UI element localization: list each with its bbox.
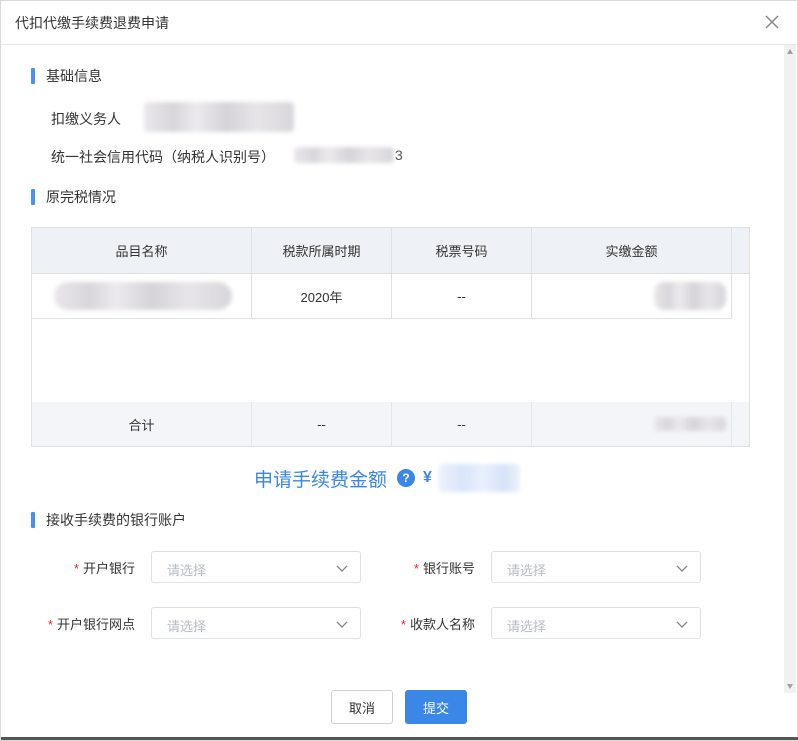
table-footer-total-label: 合计	[32, 402, 252, 446]
section-title-basic-info: 基础信息	[31, 67, 102, 85]
table-footer-gutter	[732, 402, 749, 446]
column-header-gutter	[732, 228, 749, 274]
close-icon[interactable]	[763, 13, 781, 31]
scrollbar[interactable]	[784, 45, 796, 693]
credit-code-label: 统一社会信用代码（纳税人识别号）	[51, 149, 275, 165]
payee-name-select[interactable]: 请选择	[491, 607, 701, 639]
tax-table: 品目名称 税款所属时期 税票号码 实缴金额 2020年 -- 合计 -- --	[31, 227, 750, 447]
payee-name-placeholder: 请选择	[507, 619, 547, 634]
cancel-button[interactable]: 取消	[331, 690, 393, 724]
bank-branch-placeholder: 请选择	[167, 619, 207, 634]
refund-dialog: 代扣代缴手续费退费申请 基础信息 扣缴义务人 统一社会信用代码（纳税人识别号） …	[0, 0, 798, 741]
column-header-tax-period: 税款所属时期	[252, 228, 392, 274]
table-row-paid-amount	[532, 274, 732, 319]
bank-account-select[interactable]: 请选择	[491, 551, 701, 583]
withholding-agent-label: 扣缴义务人	[51, 111, 121, 127]
fee-amount-row: 申请手续费金额 ? ¥	[254, 464, 520, 492]
withholding-agent-value-redacted	[144, 102, 294, 132]
table-row-ticket-no: --	[392, 274, 532, 319]
table-footer-amount	[532, 402, 732, 446]
help-icon[interactable]: ?	[397, 469, 416, 487]
payee-name-label: * 收款人名称	[400, 617, 475, 632]
chevron-down-icon	[676, 621, 688, 628]
credit-code-suffix: 3	[395, 147, 403, 163]
bottom-border	[1, 737, 798, 740]
chevron-down-icon	[336, 565, 348, 572]
table-footer-period: --	[252, 402, 392, 446]
total-amount-redacted	[654, 417, 726, 431]
dialog-title: 代扣代缴手续费退费申请	[15, 15, 169, 31]
bank-branch-label: * 开户银行网点	[47, 617, 135, 632]
scroll-up-arrow-icon[interactable]	[787, 49, 793, 54]
column-header-paid-amount: 实缴金额	[532, 228, 732, 274]
column-header-ticket-no: 税票号码	[392, 228, 532, 274]
table-row-tax-period: 2020年	[252, 274, 392, 319]
fee-amount-value-redacted	[437, 464, 520, 492]
paid-amount-redacted	[654, 282, 726, 310]
chevron-down-icon	[336, 621, 348, 628]
bank-account-placeholder: 请选择	[507, 563, 547, 578]
section-title-tax-info: 原完税情况	[31, 188, 116, 206]
table-footer-ticket-no: --	[392, 402, 532, 446]
credit-code-value-redacted	[294, 147, 394, 163]
bank-name-label: * 开户银行	[73, 561, 135, 576]
chevron-down-icon	[676, 565, 688, 572]
fee-amount-label: 申请手续费金额	[254, 469, 388, 491]
submit-button[interactable]: 提交	[405, 690, 467, 724]
scroll-down-arrow-icon[interactable]	[787, 684, 793, 689]
item-name-redacted	[54, 282, 232, 310]
dialog-header: 代扣代缴手续费退费申请	[1, 1, 797, 45]
bank-name-placeholder: 请选择	[167, 563, 207, 578]
bank-branch-select[interactable]: 请选择	[151, 607, 361, 639]
bank-account-label: * 银行账号	[413, 561, 475, 576]
bank-name-select[interactable]: 请选择	[151, 551, 361, 583]
table-row-item-name	[32, 274, 252, 319]
section-title-bank-account: 接收手续费的银行账户	[31, 511, 186, 529]
currency-symbol: ¥	[423, 469, 432, 486]
column-header-item-name: 品目名称	[32, 228, 252, 274]
